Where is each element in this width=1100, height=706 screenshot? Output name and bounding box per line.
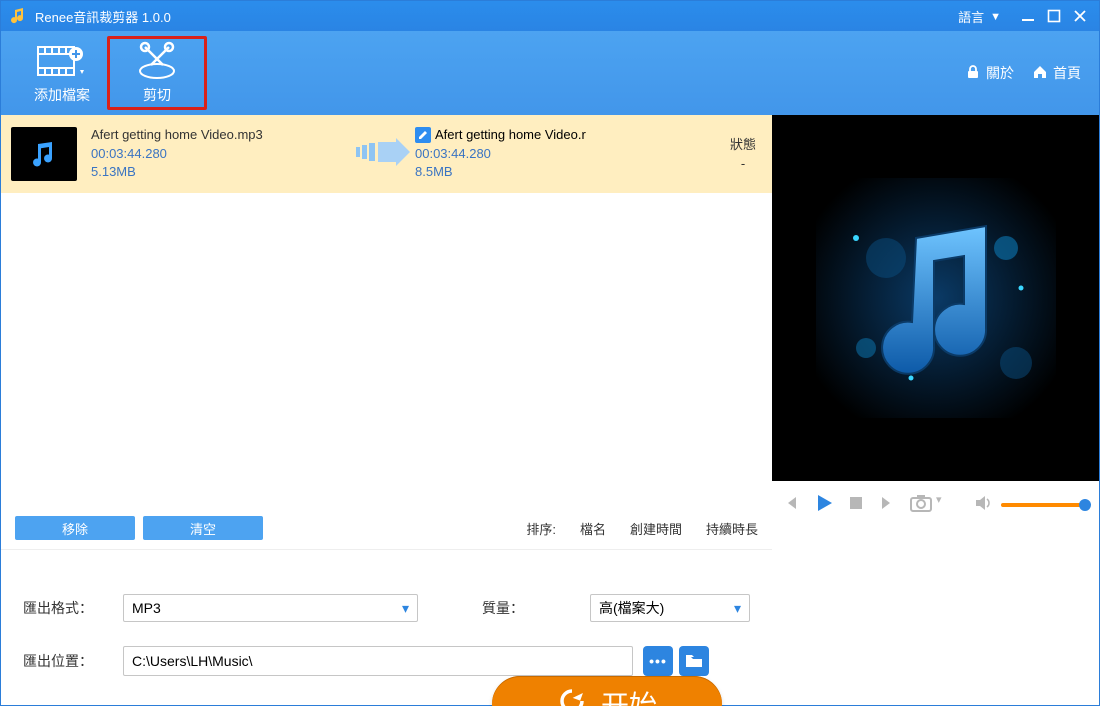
list-action-bar: 移除 清空 排序: 檔名 創建時間 持續時長 [1,507,772,549]
cut-label: 剪切 [143,85,171,105]
sort-by-duration[interactable]: 持續時長 [706,519,758,538]
home-label: 首頁 [1053,63,1081,83]
next-button[interactable] [878,494,896,517]
sort-by-created[interactable]: 創建時間 [630,519,682,538]
path-label: 匯出位置： [23,651,113,671]
chevron-down-icon: ▾ [402,600,409,617]
add-file-label: 添加檔案 [34,85,90,105]
toolbar: 添加檔案 剪切 關於 首頁 [1,31,1099,115]
format-value: MP3 [132,600,161,616]
remove-button[interactable]: 移除 [15,516,135,540]
sort-by-name[interactable]: 檔名 [580,519,606,538]
ribbon-right-links: 關於 首頁 [965,63,1081,83]
destination-filename: Afert getting home Video.r [435,126,586,145]
play-button[interactable] [814,493,834,518]
format-select[interactable]: MP3 ▾ [123,594,418,622]
language-dropdown-icon[interactable]: ▼ [990,11,1001,23]
destination-duration: 00:03:44.280 [415,145,595,164]
chevron-down-icon: ▾ [936,493,942,506]
about-label: 關於 [986,63,1014,83]
status-header: 狀態 [730,135,756,155]
prev-button[interactable] [782,494,800,517]
source-size: 5.13MB [91,163,351,182]
main-area: Afert getting home Video.mp3 00:03:44.28… [1,115,1099,705]
stop-button[interactable] [848,495,864,516]
minimize-button[interactable] [1015,1,1041,31]
open-folder-button[interactable] [679,646,709,676]
slider-thumb-icon [1079,499,1091,511]
cut-button[interactable]: 剪切 [112,41,202,105]
sort-prefix: 排序: [526,519,556,538]
add-file-button[interactable]: 添加檔案 [17,41,107,105]
status-value: - [730,154,756,174]
file-thumbnail [11,127,77,181]
start-label: 开始 [601,684,657,706]
home-link[interactable]: 首頁 [1032,63,1081,83]
app-logo-icon [9,7,27,25]
app-title: Renee音訊裁剪器 1.0.0 [35,7,171,26]
snapshot-button[interactable] [910,494,932,517]
quality-select[interactable]: 高(檔案大) ▾ [590,594,750,622]
lock-icon [965,64,981,83]
film-add-icon [36,41,88,81]
output-path-value: C:\Users\LH\Music\ [132,653,253,669]
maximize-button[interactable] [1041,1,1067,31]
preview-column: ▾ [772,115,1099,705]
quality-label: 質量： [482,598,572,618]
chevron-down-icon: ▾ [734,600,741,617]
destination-info: Afert getting home Video.r 00:03:44.280 … [415,126,595,183]
source-duration: 00:03:44.280 [91,145,351,164]
volume-icon[interactable] [975,495,993,516]
status-column: 狀態 - [730,135,762,174]
left-column: Afert getting home Video.mp3 00:03:44.28… [1,115,772,705]
about-link[interactable]: 關於 [965,63,1014,83]
destination-size: 8.5MB [415,163,595,182]
title-bar: Renee音訊裁剪器 1.0.0 語言 ▼ [1,1,1099,31]
cut-button-highlight: 剪切 [107,36,207,110]
format-label: 匯出格式： [23,598,113,618]
player-controls: ▾ [772,481,1099,529]
output-path-field[interactable]: C:\Users\LH\Music\ [123,646,633,676]
edit-icon[interactable] [415,127,431,143]
preview-canvas [772,115,1099,481]
clear-button[interactable]: 清空 [143,516,263,540]
home-icon [1032,64,1048,83]
source-filename: Afert getting home Video.mp3 [91,126,351,145]
scissors-icon [135,41,179,81]
file-list: Afert getting home Video.mp3 00:03:44.28… [1,115,772,507]
close-button[interactable] [1067,1,1093,31]
language-label[interactable]: 語言 [958,7,984,26]
file-row[interactable]: Afert getting home Video.mp3 00:03:44.28… [1,115,772,193]
start-button[interactable]: 开始 [492,676,722,706]
arrow-icon [351,138,415,171]
volume-slider[interactable] [1001,503,1085,507]
source-info: Afert getting home Video.mp3 00:03:44.28… [91,126,351,183]
export-settings: 匯出格式： MP3 ▾ 質量： 高(檔案大) ▾ 匯出位置： C:\Users\… [1,549,772,694]
refresh-icon [557,686,587,706]
quality-value: 高(檔案大) [599,598,664,618]
path-more-button[interactable]: ••• [643,646,673,676]
